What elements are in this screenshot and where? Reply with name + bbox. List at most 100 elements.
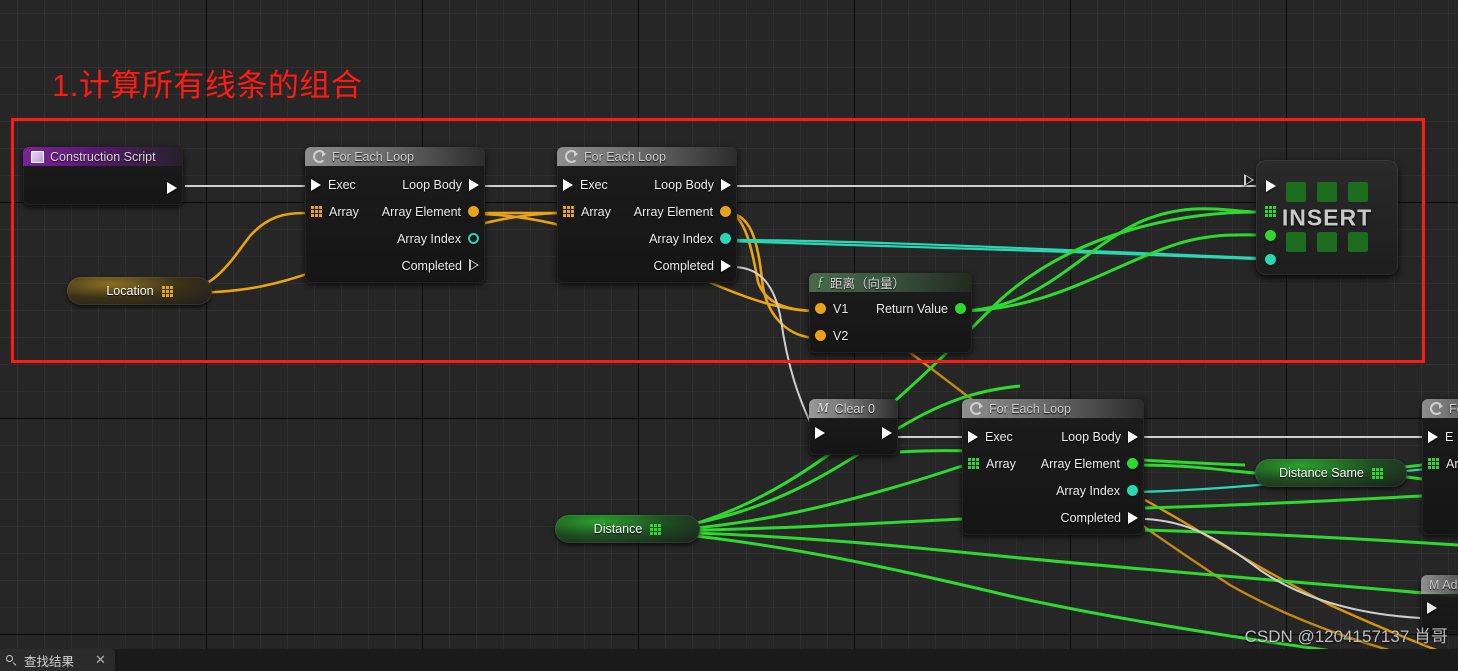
exec-pin-icon (1128, 430, 1138, 443)
array-pin-icon (1428, 458, 1439, 469)
array-pin-icon[interactable] (161, 285, 173, 297)
pin-exec-out[interactable] (160, 182, 177, 194)
circle-pin-icon (468, 206, 479, 217)
pin-completed[interactable]: Completed (1061, 511, 1138, 525)
node-header: M Ad (1421, 575, 1458, 594)
pin-array-index[interactable]: Array Index (649, 232, 731, 246)
array-pin-icon[interactable] (1371, 467, 1383, 479)
node-title: Construction Script (50, 149, 156, 164)
pin-loop-body[interactable]: Loop Body (1061, 430, 1138, 444)
insert-array-in-pin[interactable] (1265, 206, 1276, 217)
node-for-each-loop-1[interactable]: For Each Loop Exec Loop Body Array Array… (305, 147, 485, 283)
pin-array-in[interactable]: Ar (1428, 457, 1458, 471)
array-pin-icon[interactable] (650, 523, 662, 535)
exec-pin-icon (311, 178, 321, 191)
pin-v1[interactable]: V1 (815, 302, 848, 316)
pin-array-element[interactable]: Array Element (382, 205, 479, 219)
insert-exec-out-pin[interactable] (1244, 174, 1254, 203)
pin-exec-in[interactable]: Exec (311, 178, 356, 192)
node-construction-script[interactable]: Construction Script (23, 147, 183, 205)
pin-completed[interactable]: Completed (654, 259, 731, 273)
event-icon (31, 150, 44, 163)
pin-v2[interactable]: V2 (815, 329, 848, 343)
variable-location[interactable]: Location (67, 277, 212, 305)
exec-pin-icon (469, 178, 479, 191)
exec-pin-icon (469, 259, 479, 272)
node-title: Fo (1449, 401, 1458, 416)
insert-float-in-pin[interactable] (1265, 230, 1276, 241)
node-insert[interactable]: INSERT (1256, 160, 1398, 275)
pin-exec-out[interactable] (875, 427, 892, 439)
node-header: For Each Loop (557, 147, 737, 166)
insert-exec-in-pin[interactable] (1266, 180, 1276, 192)
exec-pin-icon (815, 427, 825, 439)
array-pin-icon (311, 206, 322, 217)
node-title: For Each Loop (989, 401, 1071, 416)
node-header: Construction Script (23, 147, 183, 166)
node-clear-0[interactable]: M Clear 0 (809, 399, 898, 455)
pin-array-index[interactable]: Array Index (397, 232, 479, 246)
circle-pin-icon (468, 233, 479, 244)
circle-pin-icon (1127, 458, 1138, 469)
variable-distance[interactable]: Distance (555, 515, 700, 543)
pin-loop-body[interactable]: Loop Body (402, 178, 479, 192)
array-pin-icon (968, 458, 979, 469)
pin-return-value[interactable]: Return Value (876, 302, 966, 316)
loop-icon (970, 402, 983, 415)
node-title: For Each Loop (332, 149, 414, 164)
exec-pin-icon (167, 182, 177, 194)
pin-array-in[interactable]: Array (968, 457, 1016, 471)
node-header: M Clear 0 (809, 399, 898, 418)
exec-pin-icon (563, 178, 573, 191)
node-distance-vector[interactable]: ƒ 距离（向量） V1 Return Value V2 (809, 273, 972, 353)
tab-find-results[interactable]: 查找结果 ✕ (0, 649, 115, 671)
insert-blocks-top (1286, 182, 1368, 202)
pin-exec-in[interactable] (815, 427, 832, 439)
function-icon: ƒ (817, 274, 824, 290)
pin-completed[interactable]: Completed (402, 259, 479, 273)
close-icon[interactable]: ✕ (95, 652, 106, 668)
variable-label: Location (106, 284, 154, 298)
insert-label: INSERT (1281, 204, 1373, 230)
node-header: For Each Loop (305, 147, 485, 166)
variable-label: Distance (593, 522, 643, 536)
exec-pin-icon (968, 430, 978, 443)
node-header: ƒ 距离（向量） (809, 273, 972, 292)
search-icon (6, 654, 17, 666)
pin-array-in[interactable]: Array (311, 205, 359, 219)
node-title: 距离（向量） (830, 277, 906, 291)
pin-array-element[interactable]: Array Element (1041, 457, 1138, 471)
tab-label: 查找结果 (24, 654, 75, 669)
insert-int-in-pin[interactable] (1265, 254, 1276, 265)
exec-pin-icon (721, 259, 731, 272)
pin-exec-in[interactable]: Exec (968, 430, 1013, 444)
pin-exec-in[interactable]: E (1428, 430, 1453, 444)
variable-distance-same[interactable]: Distance Same (1255, 459, 1407, 487)
node-header: Fo (1422, 399, 1458, 418)
pin-array-in[interactable]: Array (563, 205, 611, 219)
variable-label: Distance Same (1279, 466, 1364, 480)
watermark: CSDN @1204157137 肖哥 (1244, 627, 1448, 646)
pin-exec-in[interactable]: Exec (563, 178, 608, 192)
node-for-each-loop-4-partial[interactable]: Fo E Ar (1422, 399, 1458, 535)
blueprint-graph-editor[interactable]: 1.计算所有线条的组合 Construction Script For Each… (0, 0, 1458, 671)
loop-icon (565, 150, 578, 163)
exec-pin-icon (1428, 430, 1438, 443)
insert-blocks-bottom (1286, 232, 1368, 252)
pin-array-index[interactable]: Array Index (1056, 484, 1138, 498)
circle-pin-icon (1127, 485, 1138, 496)
annotation-title: 1.计算所有线条的组合 (52, 68, 363, 103)
node-for-each-loop-2[interactable]: For Each Loop Exec Loop Body Array Array… (557, 147, 737, 283)
pin-loop-body[interactable]: Loop Body (654, 178, 731, 192)
bottom-bar: 查找结果 ✕ (0, 649, 1458, 671)
node-header: For Each Loop (962, 399, 1144, 418)
exec-pin-icon (721, 178, 731, 191)
node-title: For Each Loop (584, 149, 666, 164)
loop-icon (313, 150, 326, 163)
circle-pin-icon (720, 206, 731, 217)
exec-pin-icon[interactable] (1427, 602, 1437, 614)
node-title: Clear 0 (834, 401, 875, 416)
node-title: M Ad (1429, 577, 1458, 592)
node-for-each-loop-3[interactable]: For Each Loop Exec Loop Body Array Array… (962, 399, 1144, 535)
pin-array-element[interactable]: Array Element (634, 205, 731, 219)
